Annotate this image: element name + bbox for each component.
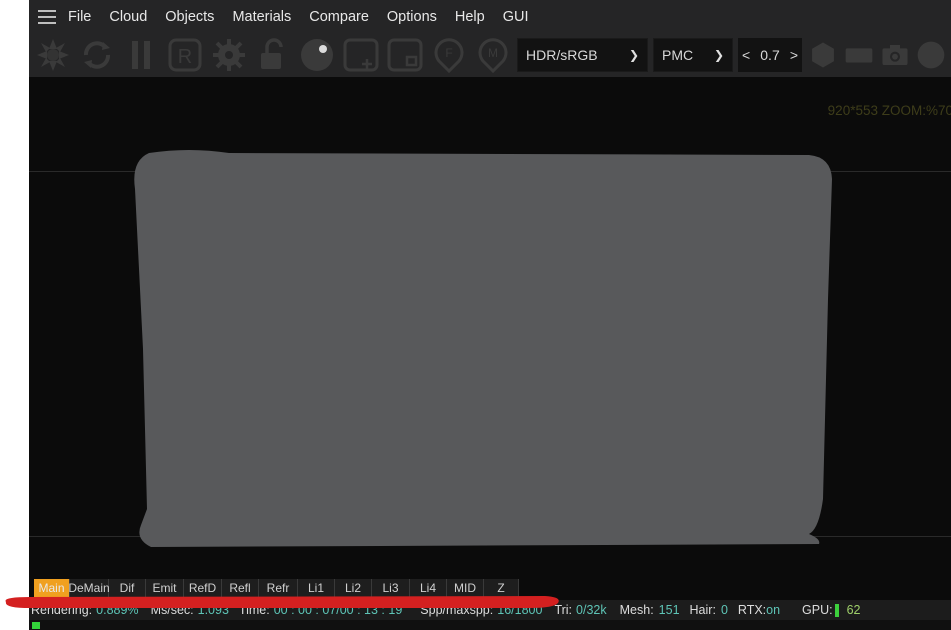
tab-mid[interactable]: MID	[447, 579, 484, 597]
tab-refd[interactable]: RefD	[184, 579, 222, 597]
rectangle-icon[interactable]	[844, 35, 874, 75]
time-value: 00 : 00 : 07/00 : 13 : 19	[273, 603, 403, 617]
pause-icon[interactable]	[121, 35, 161, 75]
focus-pin-icon[interactable]: F	[429, 35, 469, 75]
tonemap-select[interactable]: HDR/sRGB ❯	[517, 38, 648, 72]
tab-li3[interactable]: Li3	[372, 579, 410, 597]
hexagon-icon[interactable]	[808, 35, 838, 75]
menu-materials[interactable]: Materials	[232, 9, 291, 25]
tab-demain[interactable]: DeMain	[68, 579, 110, 597]
tab-main[interactable]: Main	[34, 579, 70, 597]
rtx-label: RTX:	[737, 603, 767, 617]
camera-icon[interactable]	[880, 35, 910, 75]
aperture-icon[interactable]	[33, 35, 73, 75]
rendering-value: 0.889%	[96, 603, 139, 617]
render-progress-fill	[32, 622, 40, 629]
gpu-value: 62	[846, 603, 861, 617]
spp-value: 16/1800	[497, 603, 543, 617]
tab-refr[interactable]: Refr	[259, 579, 298, 597]
refresh-icon[interactable]	[77, 35, 117, 75]
tab-li1[interactable]: Li1	[298, 579, 335, 597]
gpu-usage-bar	[834, 603, 839, 617]
value-field[interactable]: 0.7	[760, 47, 779, 63]
tab-z[interactable]: Z	[484, 579, 519, 597]
menu-objects[interactable]: Objects	[165, 9, 214, 25]
tab-li4[interactable]: Li4	[410, 579, 447, 597]
svg-text:R: R	[178, 46, 192, 68]
menu-options[interactable]: Options	[387, 9, 437, 25]
menu-compare[interactable]: Compare	[309, 9, 369, 25]
gpu-label: GPU:	[802, 603, 833, 617]
rendered-object	[134, 150, 833, 547]
tri-value: 0/32k	[576, 603, 607, 617]
menu-help[interactable]: Help	[455, 9, 485, 25]
mesh-value: 151	[658, 603, 680, 617]
mesh-label: Mesh:	[619, 603, 654, 617]
value-stepper[interactable]: < 0.7 >	[738, 38, 802, 72]
sphere-icon[interactable]	[297, 35, 337, 75]
rendering-label: Rendering:	[31, 603, 93, 617]
toolbar: R F M HDR/sRGB ❯ PMC ❯ < 0.7 >	[29, 33, 951, 77]
decrement-arrow-icon[interactable]: <	[742, 47, 750, 63]
kernel-select-value: PMC	[662, 47, 694, 63]
svg-text:F: F	[445, 46, 452, 60]
spp-label: Spp/maxspp:	[420, 603, 494, 617]
settings-gear-icon[interactable]	[209, 35, 249, 75]
svg-text:M: M	[488, 46, 498, 60]
menu-cloud[interactable]: Cloud	[109, 9, 147, 25]
unlock-icon[interactable]	[253, 35, 293, 75]
region-icon[interactable]	[385, 35, 425, 75]
time-label: Time:	[238, 603, 270, 617]
menu-gui[interactable]: GUI	[503, 9, 529, 25]
chevron-down-icon: ❯	[628, 48, 639, 62]
rtx-value: on	[766, 603, 781, 617]
tri-label: Tri:	[554, 603, 573, 617]
app-window: File Cloud Objects Materials Compare Opt…	[29, 0, 951, 630]
hamburger-menu-icon[interactable]	[38, 9, 56, 24]
tab-refl[interactable]: Refl	[222, 579, 259, 597]
hair-label: Hair:	[689, 603, 716, 617]
add-region-icon[interactable]	[341, 35, 381, 75]
increment-arrow-icon[interactable]: >	[790, 47, 798, 63]
hair-value: 0	[720, 603, 728, 617]
tab-emit[interactable]: Emit	[146, 579, 184, 597]
zoom-readout: 920*553 ZOOM:%70	[827, 103, 951, 118]
status-bar: Rendering: 0.889% Ms/sec: 1.093 Time: 00…	[29, 600, 951, 620]
menu-bar: File Cloud Objects Materials Compare Opt…	[29, 0, 951, 33]
tonemap-select-value: HDR/sRGB	[526, 47, 598, 63]
render-pass-tabs: Main DeMain Dif Emit RefD Refl Refr Li1 …	[34, 579, 519, 597]
ms-sec-value: 1.093	[197, 603, 229, 617]
render-viewport[interactable]: 920*553 ZOOM:%70	[29, 77, 951, 577]
kernel-select[interactable]: PMC ❯	[653, 38, 733, 72]
menu-file[interactable]: File	[68, 9, 91, 25]
circle-icon[interactable]	[916, 35, 946, 75]
render-progress-bar	[29, 620, 951, 630]
material-pin-icon[interactable]: M	[473, 35, 513, 75]
tab-li2[interactable]: Li2	[335, 579, 372, 597]
ms-sec-label: Ms/sec:	[150, 603, 194, 617]
tab-dif[interactable]: Dif	[109, 579, 146, 597]
restart-icon[interactable]: R	[165, 35, 205, 75]
chevron-down-icon: ❯	[713, 48, 724, 62]
